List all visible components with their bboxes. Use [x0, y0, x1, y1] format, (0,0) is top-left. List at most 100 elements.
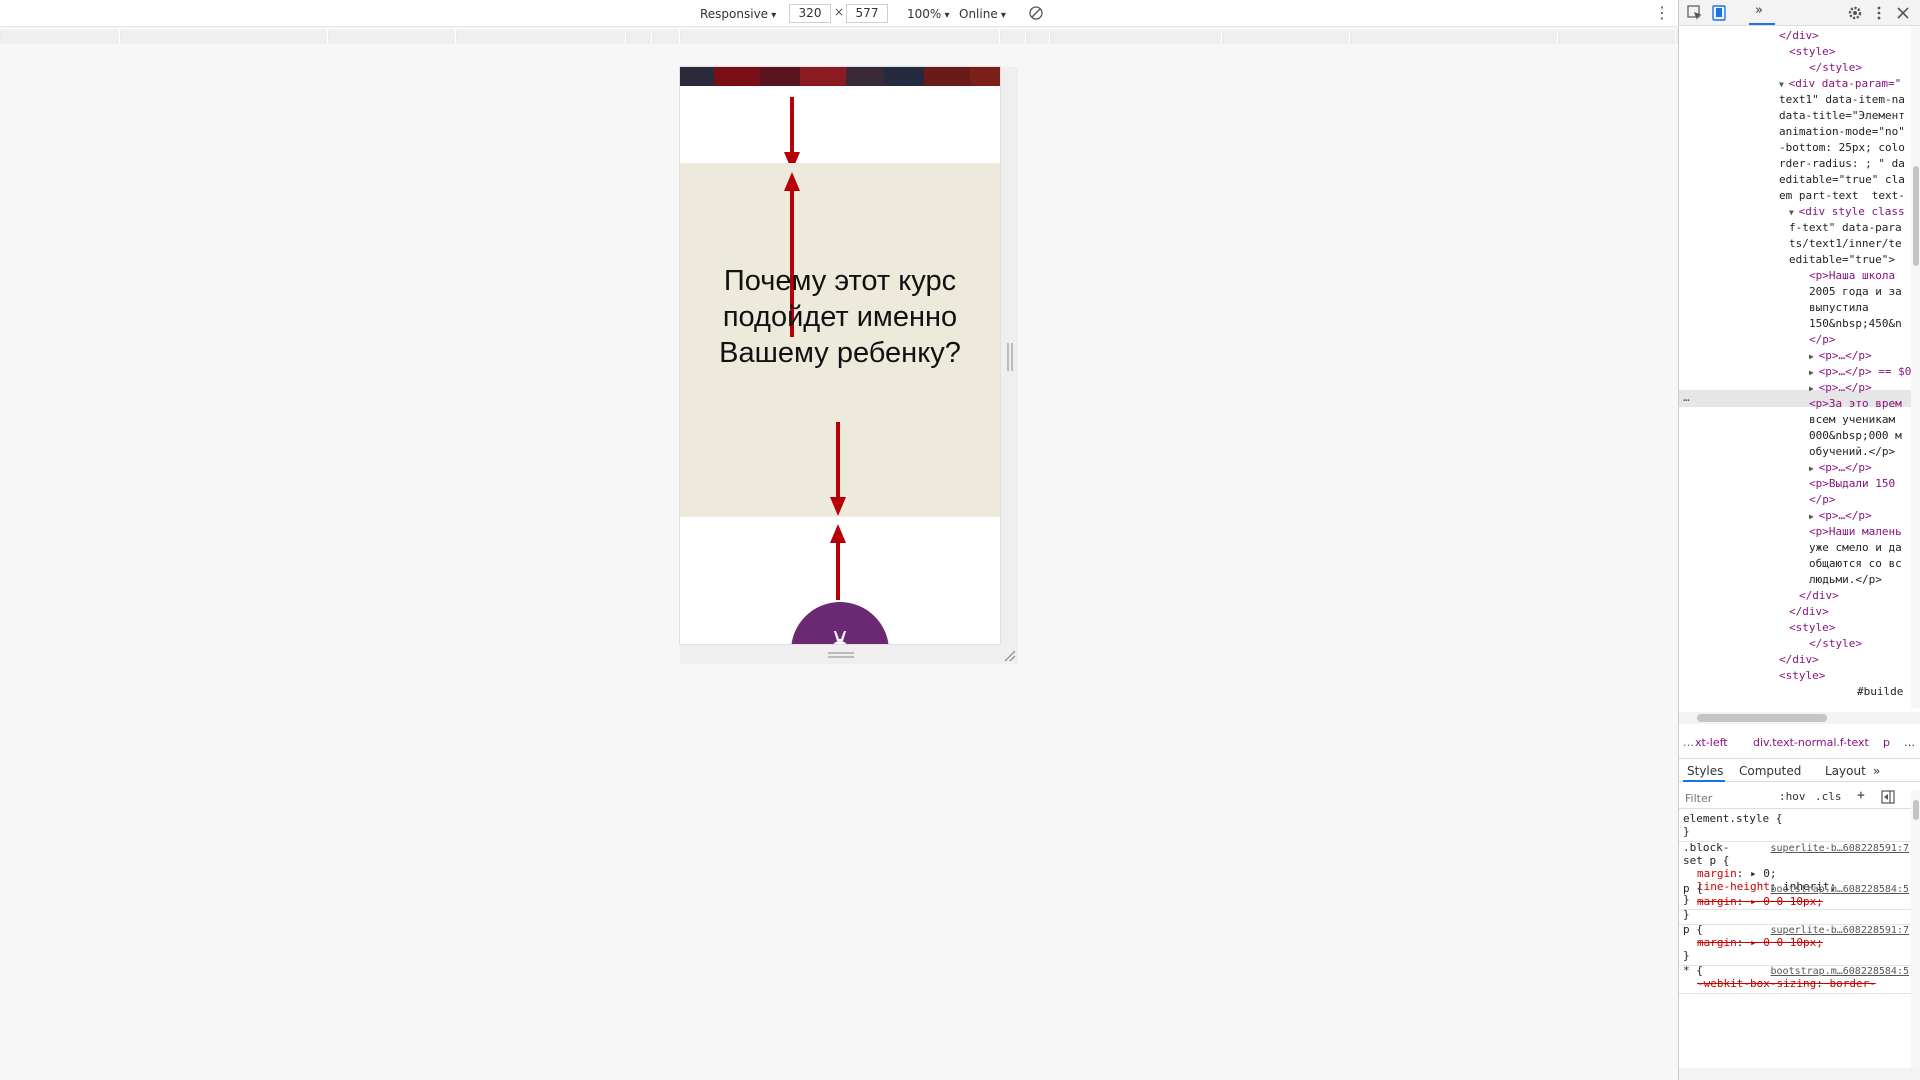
ruler-segment[interactable]	[1002, 30, 1026, 44]
css-property-value[interactable]: ▸ 0 0 10px;	[1750, 936, 1823, 949]
breadcrumb-item[interactable]: div.text-normal.f-text	[1753, 736, 1869, 749]
tree-node-line[interactable]: ▶ <p>…</p>	[1809, 508, 1872, 525]
ruler-segment[interactable]	[1352, 30, 1558, 44]
breadcrumb-more[interactable]: …	[1904, 736, 1915, 749]
tree-node-line[interactable]: </style>	[1809, 636, 1862, 652]
tree-node-line[interactable]: data-title="Элемент	[1779, 108, 1905, 124]
more-tabs-icon[interactable]: »	[1873, 764, 1880, 778]
toolbar-more-icon[interactable]: ⋮	[1654, 4, 1670, 22]
css-property-value[interactable]: border-	[1829, 977, 1875, 990]
collapsed-triangle-icon[interactable]: ▶	[1809, 464, 1819, 473]
css-declaration[interactable]: margin: ▸ 0;	[1683, 867, 1907, 880]
height-input[interactable]: 577	[846, 4, 888, 23]
tree-node-line[interactable]: общаются со вс	[1809, 556, 1902, 572]
rule-selector[interactable]: set p {	[1683, 854, 1907, 867]
css-declaration[interactable]: margin: ▸ 0 0 10px;	[1683, 936, 1907, 949]
css-declaration[interactable]: -webkit-box-sizing: border-	[1683, 977, 1907, 990]
tree-node-line[interactable]: 150&nbsp;450&n	[1809, 316, 1902, 332]
tree-node-line[interactable]: <p>Наша школа	[1809, 268, 1895, 284]
ruler-segment[interactable]	[654, 30, 680, 44]
ruler-segment[interactable]	[682, 30, 1000, 44]
resize-handle-bottom[interactable]	[828, 652, 854, 658]
ruler-segment[interactable]	[458, 30, 626, 44]
horizontal-scroll-thumb[interactable]	[1697, 714, 1827, 722]
close-icon[interactable]	[1895, 5, 1911, 21]
rules-scrollbar[interactable]	[1911, 790, 1920, 1068]
collapsed-triangle-icon[interactable]: ▶	[1809, 384, 1819, 393]
tree-node-line[interactable]: #builde	[1857, 684, 1903, 700]
tab-layout[interactable]: Layout	[1825, 764, 1866, 778]
expand-triangle-icon[interactable]: ▼	[1779, 80, 1789, 89]
tree-node-line[interactable]: <style>	[1789, 44, 1835, 60]
expand-triangle-icon[interactable]: ▼	[1789, 208, 1799, 217]
tree-node-line[interactable]: </div>	[1789, 604, 1829, 620]
tree-node-line[interactable]: text1" data-item-na	[1779, 92, 1905, 108]
ruler-segment[interactable]	[1560, 30, 1676, 44]
resize-corner-icon[interactable]	[1003, 649, 1017, 663]
tree-node-line[interactable]: animation-mode="no"	[1779, 124, 1905, 140]
tree-node-line[interactable]: 2005 года и за	[1809, 284, 1902, 300]
tree-scroll-thumb[interactable]	[1913, 166, 1919, 266]
ruler-segment[interactable]	[2, 30, 120, 44]
kebab-menu-icon[interactable]	[1871, 5, 1887, 21]
tree-node-line[interactable]: ▶ <p>…</p>	[1809, 348, 1872, 365]
inspect-element-icon[interactable]	[1687, 5, 1703, 21]
rule-source-link[interactable]: bootstrap.m…608228584:5	[1771, 883, 1909, 896]
tree-node-line[interactable]: </p>	[1809, 332, 1836, 348]
rule-selector[interactable]: element.style {	[1683, 812, 1907, 825]
style-rule[interactable]: p {bootstrap.m…608228584:5 margin: ▸ 0 0 …	[1679, 880, 1911, 925]
hover-state-button[interactable]: :hov	[1779, 790, 1806, 803]
ruler-segment[interactable]	[330, 30, 456, 44]
rule-source-link[interactable]: bootstrap.m…608228584:5	[1771, 965, 1909, 978]
gear-icon[interactable]	[1847, 5, 1863, 21]
rule-source-link[interactable]: superlite-b…608228591:7	[1771, 842, 1909, 855]
collapsed-triangle-icon[interactable]: ▶	[1809, 512, 1819, 521]
css-declaration[interactable]: margin: ▸ 0 0 10px;	[1683, 895, 1907, 908]
class-toggle-button[interactable]: .cls	[1815, 790, 1842, 803]
tree-node-line[interactable]: editable="true" cla	[1779, 172, 1905, 188]
css-property-value[interactable]: ▸ 0 0 10px;	[1750, 895, 1823, 908]
style-rule[interactable]: * {bootstrap.m…608228584:5 -webkit-box-si…	[1679, 962, 1911, 994]
tree-node-line[interactable]: </div>	[1779, 28, 1819, 44]
device-select-dropdown[interactable]: Responsive	[700, 5, 776, 23]
css-property-name[interactable]: margin	[1697, 936, 1737, 949]
tree-node-line[interactable]: уже смело и да	[1809, 540, 1902, 556]
toggle-sidebar-icon[interactable]	[1881, 790, 1895, 804]
tree-node-line[interactable]: editable="true">	[1789, 252, 1895, 268]
width-input[interactable]: 320	[789, 4, 831, 23]
collapsed-triangle-icon[interactable]: ▶	[1809, 368, 1819, 377]
tab-computed[interactable]: Computed	[1739, 764, 1801, 778]
tree-node-line[interactable]: выпустила	[1809, 300, 1869, 316]
tree-node-line[interactable]: <style>	[1789, 620, 1835, 636]
tree-node-line[interactable]: <p>Наши малень	[1809, 524, 1902, 540]
tree-node-line[interactable]: ▶ <p>…</p> == $0	[1809, 364, 1911, 381]
tree-node-line[interactable]: ▼ <div data-param="	[1779, 76, 1901, 93]
tree-node-line[interactable]: em part-text text-	[1779, 188, 1905, 204]
ruler-segment[interactable]	[1224, 30, 1350, 44]
ruler-segment[interactable]	[628, 30, 652, 44]
tree-node-line[interactable]: людьми.</p>	[1809, 572, 1882, 588]
throttle-dropdown[interactable]: Online	[959, 5, 1006, 23]
tree-node-line[interactable]: 000&nbsp;000 м	[1809, 428, 1902, 444]
ruler-segment[interactable]	[1028, 30, 1050, 44]
horizontal-scrollbar[interactable]	[1679, 712, 1920, 724]
tree-node-line[interactable]: ▶ <p>…</p>	[1809, 460, 1872, 477]
tree-node-line[interactable]: <style>	[1779, 668, 1825, 684]
tree-node-line[interactable]: </div>	[1799, 588, 1839, 604]
tree-node-line[interactable]: <p>Выдали 150	[1809, 476, 1895, 492]
tab-styles[interactable]: Styles	[1687, 764, 1723, 778]
tree-node-line[interactable]: всем ученикам	[1809, 412, 1895, 428]
style-rule[interactable]: element.style {}	[1679, 810, 1911, 842]
css-property-name[interactable]: -webkit-box-sizing	[1697, 977, 1816, 990]
tree-node-line[interactable]: ts/text1/inner/te	[1789, 236, 1902, 252]
style-rules-list[interactable]: element.style {} .block-set p {superlite-…	[1679, 810, 1911, 1068]
zoom-dropdown[interactable]: 100%	[907, 5, 950, 23]
new-rule-button[interactable]: +	[1857, 788, 1865, 803]
css-property-value[interactable]: ▸ 0;	[1750, 867, 1777, 880]
style-rule[interactable]: p {superlite-b…608228591:7 margin: ▸ 0 0 …	[1679, 921, 1911, 966]
tree-node-line[interactable]: </p>	[1809, 492, 1836, 508]
css-property-name[interactable]: margin	[1697, 895, 1737, 908]
resize-handle-right[interactable]	[1007, 343, 1013, 371]
ruler-segment[interactable]	[122, 30, 328, 44]
rotate-icon[interactable]	[1028, 5, 1044, 21]
